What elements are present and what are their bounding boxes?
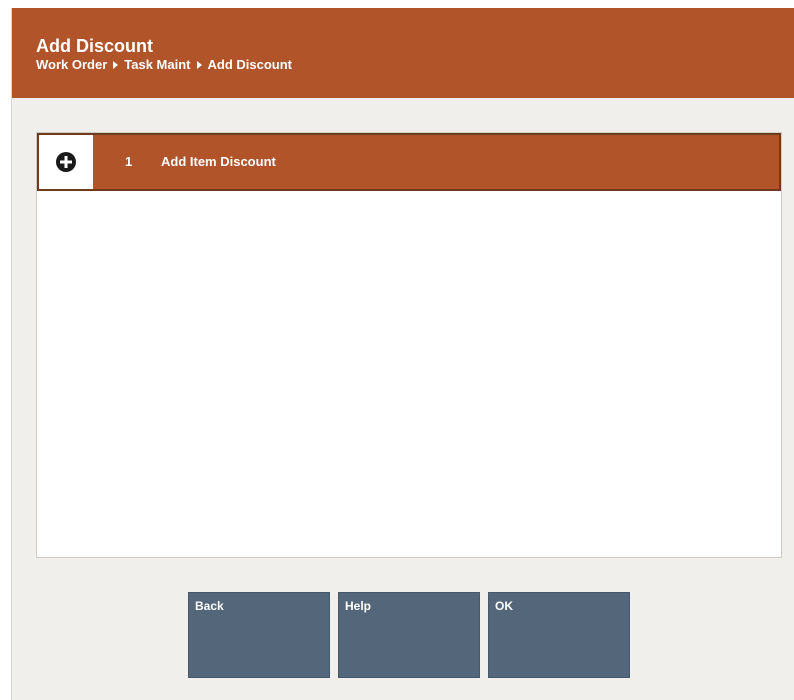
help-button[interactable]: Help [338, 592, 480, 678]
breadcrumb-item-work-order: Work Order [36, 57, 108, 72]
page-title: Add Discount [36, 36, 153, 56]
breadcrumb: Work Order Task Maint Add Discount [36, 57, 292, 73]
list-item-index: 1 [125, 154, 133, 169]
header-bar: Add Discount Work Order Task Maint Add D… [12, 8, 794, 98]
list-item-add-item-discount[interactable]: 1 Add Item Discount [37, 133, 781, 191]
option-list: 1 Add Item Discount [36, 132, 782, 558]
list-item-label: Add Item Discount [161, 154, 276, 169]
breadcrumb-item-add-discount: Add Discount [207, 57, 293, 72]
breadcrumb-arrow-icon [196, 61, 202, 69]
plus-circle-icon [56, 152, 76, 172]
breadcrumb-arrow-icon [113, 61, 119, 69]
breadcrumb-item-task-maint: Task Maint [124, 57, 191, 72]
back-button[interactable]: Back [188, 592, 330, 678]
row-icon-container [39, 135, 93, 189]
app-window: Add Discount Work Order Task Maint Add D… [11, 8, 794, 700]
ok-button[interactable]: OK [488, 592, 630, 678]
